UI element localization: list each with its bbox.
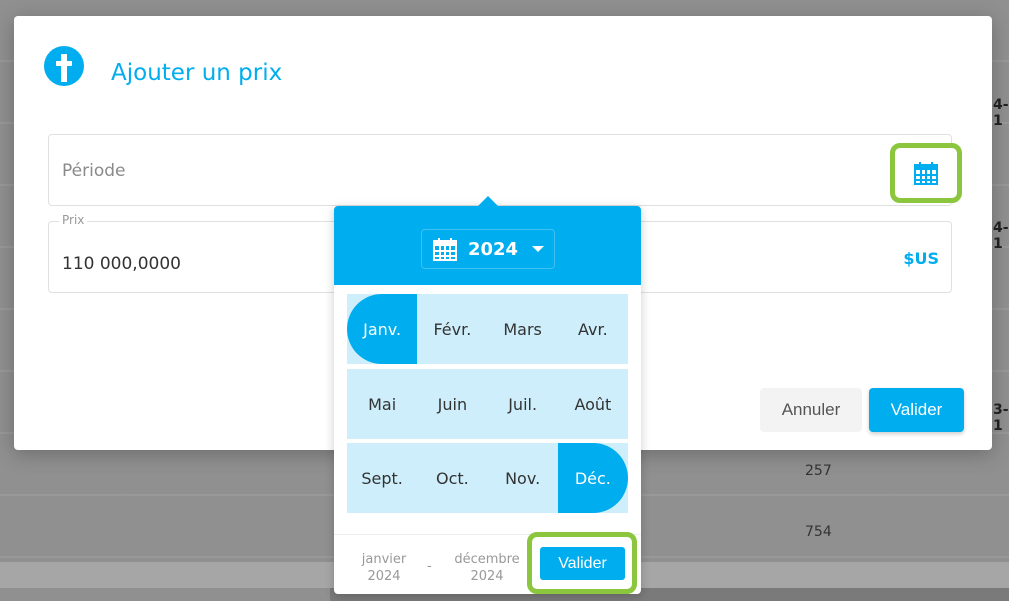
range-separator: - bbox=[427, 559, 432, 574]
price-label: Prix bbox=[59, 213, 88, 227]
month-apr[interactable]: Avr. bbox=[558, 294, 628, 364]
picker-submit-button[interactable]: Valider bbox=[540, 547, 625, 580]
dialog-title: Ajouter un prix bbox=[111, 60, 283, 86]
calendar-icon bbox=[432, 238, 457, 261]
picker-submit-highlight: Valider bbox=[527, 532, 637, 594]
month-feb[interactable]: Févr. bbox=[417, 294, 487, 364]
currency-label: $US bbox=[903, 249, 939, 268]
period-field[interactable]: Période bbox=[48, 134, 952, 206]
month-row: Mai Juin Juil. Août bbox=[347, 369, 628, 439]
cross-logo-icon bbox=[44, 46, 84, 86]
month-nov[interactable]: Nov. bbox=[488, 443, 558, 513]
price-value: 110 000,0000 bbox=[62, 254, 181, 274]
month-oct[interactable]: Oct. bbox=[417, 443, 487, 513]
year-select[interactable]: 2024 bbox=[421, 229, 555, 269]
caret-down-icon bbox=[532, 246, 545, 252]
month-may[interactable]: Mai bbox=[347, 369, 417, 439]
calendar-icon bbox=[914, 162, 938, 185]
year-value: 2024 bbox=[467, 238, 519, 260]
month-aug[interactable]: Août bbox=[558, 369, 628, 439]
month-jul[interactable]: Juil. bbox=[488, 369, 558, 439]
month-row: Sept. Oct. Nov. Déc. bbox=[347, 443, 628, 513]
month-jan[interactable]: Janv. bbox=[347, 294, 418, 364]
range-start-month: janvier bbox=[361, 552, 407, 567]
bg-number: 257 bbox=[805, 463, 832, 479]
range-end-year: 2024 bbox=[470, 569, 504, 584]
period-placeholder: Période bbox=[62, 161, 126, 181]
bg-cell: 3-1 bbox=[993, 402, 1009, 434]
month-sep[interactable]: Sept. bbox=[347, 443, 417, 513]
picker-header: 2024 bbox=[334, 206, 641, 285]
range-start-year: 2024 bbox=[367, 569, 401, 584]
month-dec[interactable]: Déc. bbox=[557, 443, 628, 513]
range-end: décembre 2024 bbox=[449, 551, 525, 585]
month-row: Janv. Févr. Mars Avr. bbox=[347, 294, 628, 364]
bg-cell: 4-1 bbox=[993, 220, 1009, 252]
range-start: janvier 2024 bbox=[356, 551, 412, 585]
picker-footer: janvier 2024 - décembre 2024 Valider bbox=[334, 532, 641, 594]
bg-cell: 4-1 bbox=[993, 97, 1009, 129]
cancel-button[interactable]: Annuler bbox=[760, 388, 862, 432]
month-jun[interactable]: Juin bbox=[417, 369, 487, 439]
calendar-button[interactable] bbox=[890, 143, 962, 203]
month-range-picker: 2024 Janv. Févr. Mars Avr. Mai Juin Juil… bbox=[334, 196, 641, 594]
bg-number: 754 bbox=[805, 524, 832, 540]
range-end-month: décembre bbox=[454, 552, 520, 567]
month-mar[interactable]: Mars bbox=[488, 294, 558, 364]
submit-button[interactable]: Valider bbox=[869, 388, 964, 432]
